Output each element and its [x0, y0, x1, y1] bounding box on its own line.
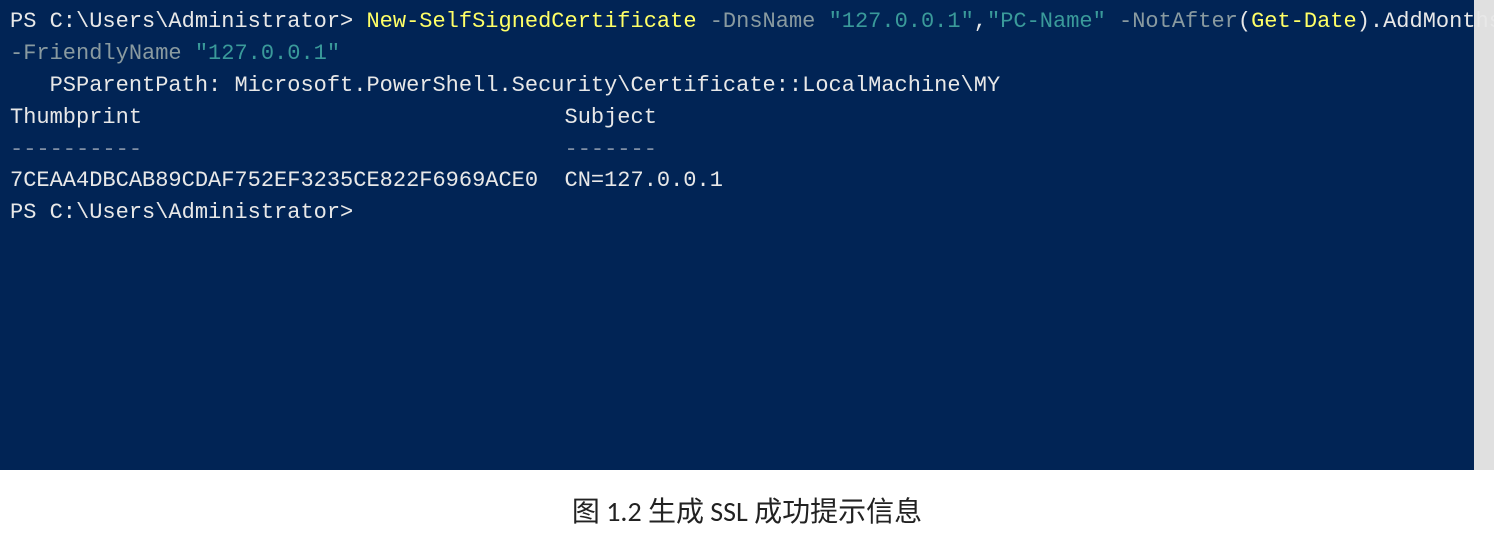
psparentpath-line: PSParentPath: Microsoft.PowerShell.Secur… [10, 70, 1464, 102]
param-friendlyname: -FriendlyName [10, 41, 182, 66]
param-notafter: -NotAfter [1119, 9, 1238, 34]
prompt-2: PS C:\Users\Administrator> [10, 197, 1464, 229]
command-line-1: PS C:\Users\Administrator> New-SelfSigne… [10, 6, 1464, 38]
string-friendly: "127.0.0.1" [195, 41, 340, 66]
cmdlet-name: New-SelfSignedCertificate [366, 9, 696, 34]
addmonths-method: .AddMonths [1370, 9, 1494, 34]
rparen: ) [1357, 9, 1370, 34]
command-line-2: -FriendlyName "127.0.0.1" [10, 38, 1464, 70]
prompt-text: PS C:\Users\Administrator> [10, 9, 353, 34]
lparen: ( [1238, 9, 1251, 34]
string-ip: "127.0.0.1" [829, 9, 974, 34]
powershell-terminal: PS C:\Users\Administrator> New-SelfSigne… [0, 0, 1494, 470]
param-dnsname: -DnsName [710, 9, 816, 34]
table-divider: ---------- ------- [10, 134, 1464, 166]
string-pcname: "PC-Name" [987, 9, 1106, 34]
comma: , [974, 9, 987, 34]
table-header: Thumbprint Subject [10, 102, 1464, 134]
figure-caption: 图 1.2 生成 SSL 成功提示信息 [0, 470, 1494, 530]
psparentpath-text: PSParentPath: Microsoft.PowerShell.Secur… [50, 73, 1001, 98]
getdate-cmdlet: Get-Date [1251, 9, 1357, 34]
table-row: 7CEAA4DBCAB89CDAF752EF3235CE822F6969ACE0… [10, 165, 1464, 197]
